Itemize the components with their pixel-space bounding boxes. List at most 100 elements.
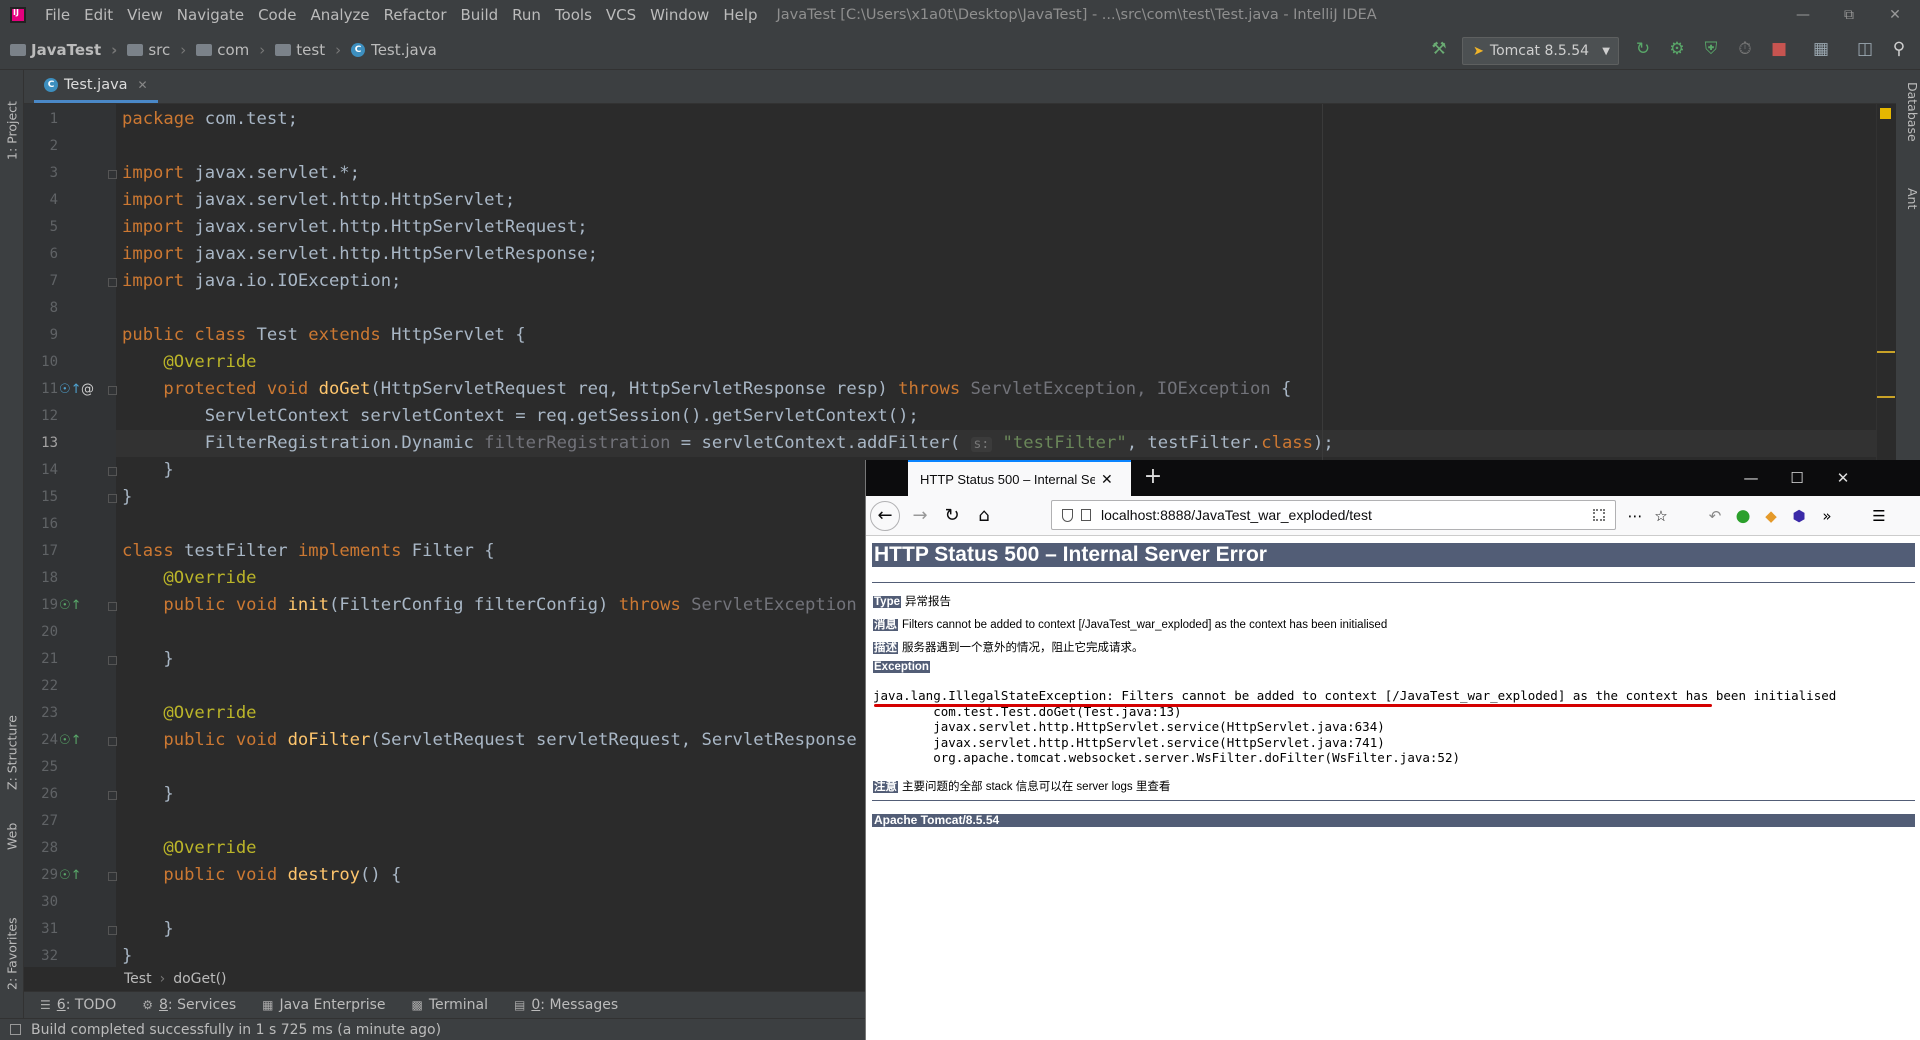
home-icon[interactable]: ⌂: [970, 502, 998, 530]
rerun-icon[interactable]: ↻: [1632, 38, 1654, 60]
tool-window-java-enterprise[interactable]: ▦ Java Enterprise: [262, 997, 385, 1013]
fold-marker-icon[interactable]: [108, 872, 117, 881]
code-token: javax.servlet.http.HttpServletRequest;: [184, 217, 588, 237]
address-bar[interactable]: localhost:8888/JavaTest_war_exploded/tes…: [1051, 500, 1616, 530]
line-number: 8: [49, 300, 58, 316]
separator-icon: ›: [111, 40, 118, 59]
breadcrumb-file[interactable]: C Test.java: [351, 41, 437, 59]
restore-icon[interactable]: ⧉: [1826, 0, 1872, 30]
back-arrow-icon[interactable]: ←: [870, 501, 900, 531]
tool-tab-structure[interactable]: Z: Structure: [0, 690, 24, 790]
tab-test-java[interactable]: C Test.java ✕: [34, 70, 158, 103]
overflow-chevrons-icon[interactable]: »: [1814, 502, 1840, 530]
bookmark-star-icon[interactable]: ☆: [1648, 502, 1674, 530]
tool-tab-web[interactable]: Web: [0, 810, 24, 850]
profile-icon[interactable]: ⏱: [1734, 38, 1756, 60]
code-breadcrumb-class[interactable]: Test: [124, 971, 152, 987]
breadcrumb-project[interactable]: JavaTest ›: [10, 41, 117, 59]
fold-marker-icon[interactable]: [108, 656, 117, 665]
search-icon[interactable]: ⚲: [1888, 38, 1910, 60]
menu-analyze[interactable]: Analyze: [303, 6, 376, 24]
maximize-icon[interactable]: ☐: [1774, 460, 1820, 496]
coverage-shield-icon[interactable]: ⛨: [1700, 38, 1722, 60]
breadcrumb-test[interactable]: test ›: [275, 41, 341, 59]
implements-method-icon[interactable]: ☉↑: [59, 727, 82, 754]
tool-tab-project[interactable]: 1: Project: [0, 80, 24, 160]
java-class-icon: C: [351, 42, 366, 57]
tool-window-messages[interactable]: ▤ 0: Messages: [514, 997, 618, 1013]
tool-window-terminal[interactable]: ▩ Terminal: [412, 997, 489, 1013]
close-icon[interactable]: ✕: [1872, 0, 1918, 30]
code-line: import javax.servlet.http.HttpServletRes…: [122, 241, 598, 268]
breadcrumb-com[interactable]: com ›: [196, 41, 265, 59]
menu-vcs[interactable]: VCS: [599, 6, 643, 24]
line-number: 7: [49, 273, 58, 289]
fold-marker-icon[interactable]: [108, 494, 117, 503]
menu-navigate[interactable]: Navigate: [170, 6, 251, 24]
tool-window-todo[interactable]: ☰ 6: TODO: [40, 997, 116, 1013]
forward-arrow-icon[interactable]: →: [906, 502, 934, 530]
menu-window[interactable]: Window: [643, 6, 716, 24]
code-breadcrumb-method[interactable]: doGet(): [173, 971, 226, 987]
menu-view[interactable]: View: [120, 6, 170, 24]
fold-marker-icon[interactable]: [108, 926, 117, 935]
page-info-icon[interactable]: [1081, 509, 1091, 521]
run-anything-icon[interactable]: ◫: [1854, 38, 1876, 60]
fold-marker-icon[interactable]: [108, 386, 117, 395]
fold-marker-icon[interactable]: [108, 170, 117, 179]
page-actions-menu-icon[interactable]: ⋯: [1622, 502, 1648, 530]
extension-hexagon-icon[interactable]: ⬢: [1786, 502, 1812, 530]
annotation-at-icon[interactable]: @: [81, 376, 94, 403]
warning-marker[interactable]: [1877, 351, 1895, 353]
intellij-logo-icon: [10, 7, 26, 23]
line-number: 14: [41, 462, 58, 478]
code-token: javax.servlet.http.HttpServlet;: [184, 190, 516, 210]
fold-marker-icon[interactable]: [108, 602, 117, 611]
reload-icon[interactable]: ↻: [938, 502, 966, 530]
extension-fox-icon[interactable]: ◆: [1758, 502, 1784, 530]
fold-marker-icon[interactable]: [108, 791, 117, 800]
code-token: @Override: [122, 568, 257, 588]
minimize-icon[interactable]: —: [1728, 460, 1774, 496]
implements-method-icon[interactable]: ☉↑: [59, 592, 82, 619]
build-hammer-icon[interactable]: ⚒: [1428, 38, 1450, 60]
warning-marker[interactable]: [1877, 396, 1895, 398]
run-configuration-select[interactable]: ➤ Tomcat 8.5.54 ▼: [1462, 37, 1619, 65]
qr-code-icon[interactable]: [1593, 509, 1605, 521]
menu-edit[interactable]: Edit: [77, 6, 120, 24]
implements-method-icon[interactable]: ☉↑: [59, 862, 82, 889]
menu-tools[interactable]: Tools: [548, 6, 599, 24]
minimize-icon[interactable]: —: [1780, 0, 1826, 30]
menu-file[interactable]: File: [38, 6, 77, 24]
hamburger-menu-icon[interactable]: ☰: [1866, 502, 1892, 530]
fold-marker-icon[interactable]: [108, 278, 117, 287]
menu-build[interactable]: Build: [454, 6, 506, 24]
warning-indicator-icon[interactable]: [1880, 108, 1891, 119]
tool-windows-toggle-icon[interactable]: [10, 1024, 21, 1035]
project-structure-icon[interactable]: ▦: [1810, 38, 1832, 60]
line-number: 21: [41, 651, 58, 667]
close-icon[interactable]: ✕: [1820, 460, 1866, 496]
tool-tab-favorites[interactable]: 2: Favorites: [0, 890, 24, 990]
menu-help[interactable]: Help: [716, 6, 764, 24]
tool-window-services[interactable]: ⚙ 8: Services: [142, 997, 236, 1013]
tool-tab-ant[interactable]: Ant: [1898, 188, 1920, 238]
code-token: import: [122, 244, 185, 264]
stop-icon[interactable]: ■: [1768, 38, 1790, 60]
close-tab-icon[interactable]: ✕: [138, 78, 148, 92]
menu-refactor[interactable]: Refactor: [377, 6, 454, 24]
fold-marker-icon[interactable]: [108, 467, 117, 476]
tracking-shield-icon[interactable]: [1062, 508, 1073, 522]
fold-marker-icon[interactable]: [108, 737, 117, 746]
new-tab-icon[interactable]: +: [1138, 460, 1168, 496]
menu-run[interactable]: Run: [505, 6, 548, 24]
close-tab-icon[interactable]: ✕: [1101, 471, 1113, 488]
tool-tab-database[interactable]: Database: [1898, 82, 1920, 172]
menu-code[interactable]: Code: [251, 6, 303, 24]
extension-green-circle-icon[interactable]: ●: [1730, 502, 1756, 530]
undo-arrow-icon[interactable]: ↶: [1702, 502, 1728, 530]
browser-tab[interactable]: HTTP Status 500 – Internal Server Error …: [908, 460, 1131, 496]
breadcrumb-src[interactable]: src ›: [127, 41, 186, 59]
debug-bug-icon[interactable]: ⚙: [1666, 38, 1688, 60]
overrides-method-icon[interactable]: ☉↑: [59, 376, 82, 403]
